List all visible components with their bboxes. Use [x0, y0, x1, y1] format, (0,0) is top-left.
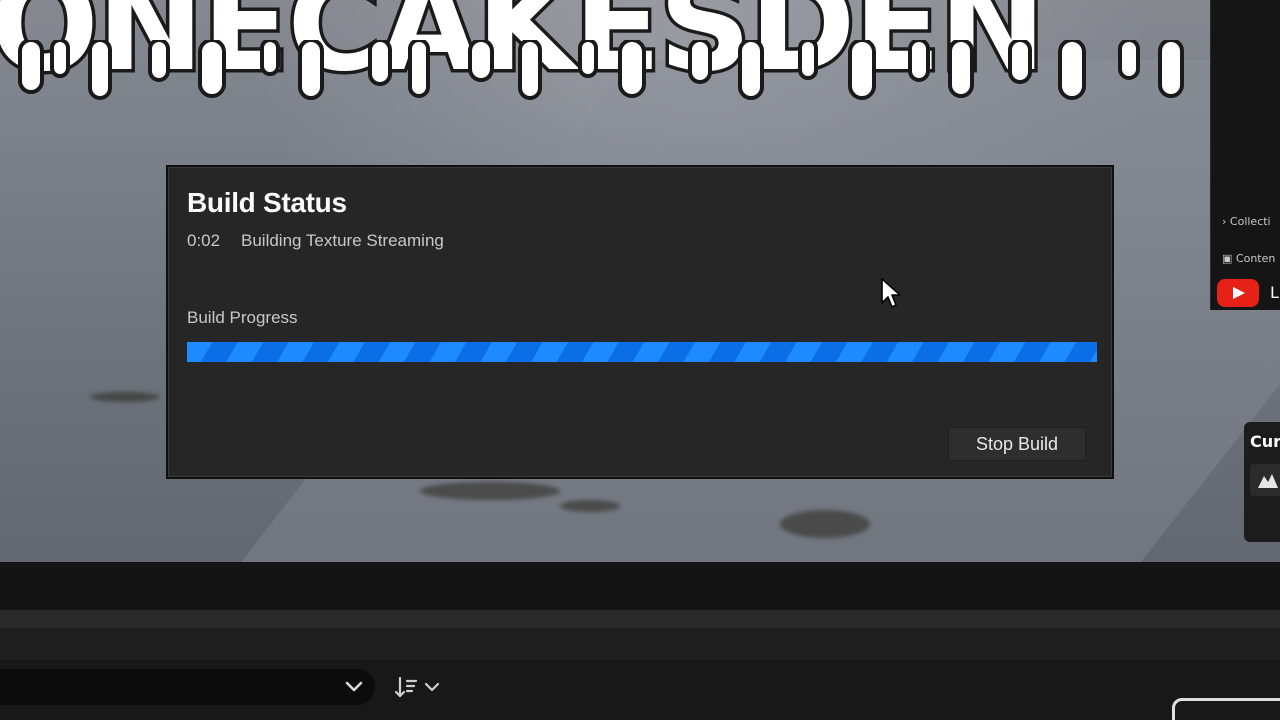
banner-drips — [18, 40, 1184, 100]
build-status-dialog: Build Status 0:02 Building Texture Strea… — [166, 165, 1114, 479]
curve-panel-title: Cur — [1250, 432, 1280, 451]
folder-icon: ▣ — [1222, 252, 1233, 265]
progress-label: Build Progress — [187, 308, 298, 327]
chevron-down-icon[interactable] — [344, 679, 364, 695]
curve-icon[interactable] — [1250, 464, 1280, 496]
sort-icon[interactable] — [394, 676, 418, 698]
viewport-bottom-bar — [0, 562, 1280, 610]
ground-decal — [780, 510, 870, 538]
tree-row-collections[interactable]: › Collecti — [1222, 215, 1271, 228]
filter-dropdown[interactable] — [0, 669, 375, 705]
build-progress-bar — [187, 342, 1097, 362]
ground-decal — [420, 482, 560, 500]
youtube-label: L — [1270, 283, 1279, 302]
tree-row-content[interactable]: ▣ Conten — [1222, 252, 1275, 265]
ground-decal — [560, 500, 620, 512]
webcam-frame — [1172, 698, 1280, 720]
panel-tab-strip — [0, 628, 1280, 660]
chevron-right-icon: › — [1222, 215, 1227, 228]
panel-divider — [0, 610, 1280, 628]
mouse-pointer-icon — [881, 278, 901, 308]
elapsed-time: 0:02 — [187, 231, 221, 250]
stop-build-button[interactable]: Stop Build — [948, 427, 1086, 461]
current-task-label: Building Texture Streaming — [241, 231, 444, 250]
dialog-title: Build Status — [187, 187, 347, 218]
youtube-icon — [1217, 279, 1259, 307]
ground-decal — [90, 392, 160, 402]
build-progress-fill — [187, 342, 1097, 362]
sort-chevron-down-icon[interactable] — [424, 681, 440, 693]
